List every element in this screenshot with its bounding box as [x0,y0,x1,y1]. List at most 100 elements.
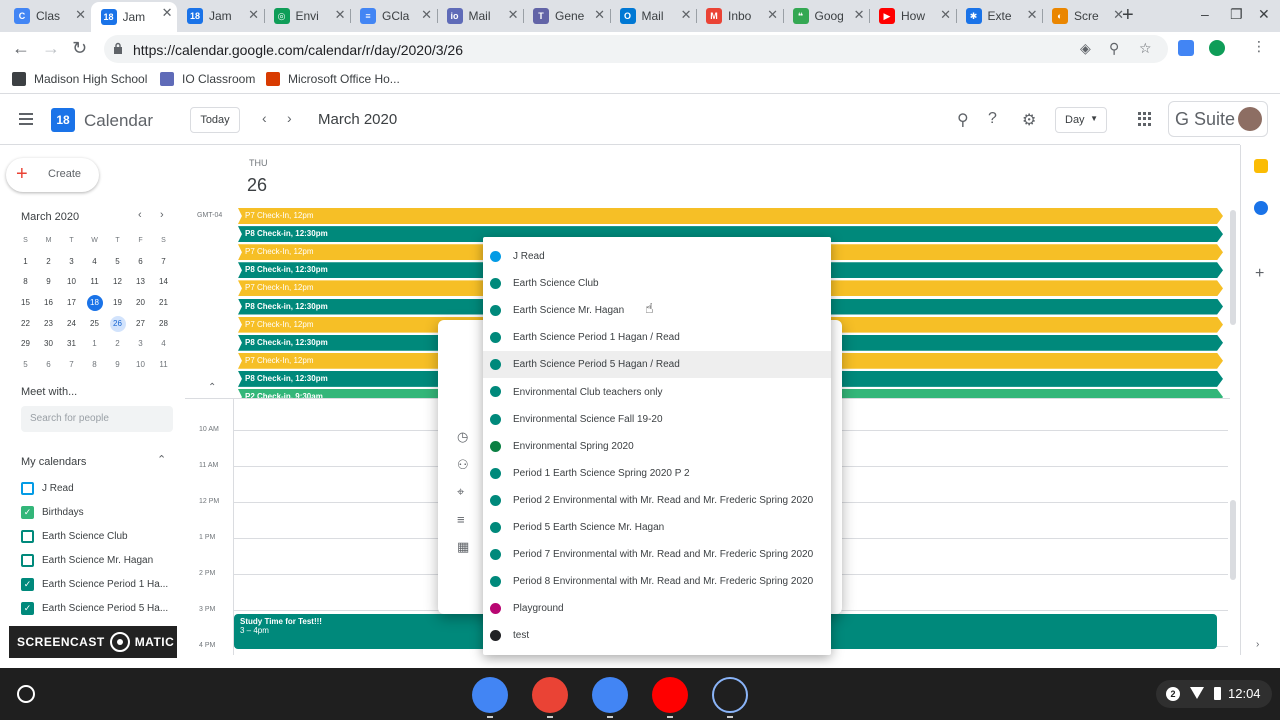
menu-calendar-option[interactable]: Environmental Club teachers only [483,378,831,405]
expand-panel-icon[interactable]: › [1256,639,1259,650]
menu-calendar-option[interactable]: Environmental Science Fall 19-20 [483,406,831,433]
browser-tab[interactable]: 18 Jam ✕ [177,4,263,28]
calendar-list-item[interactable]: ✓ Earth Science Period 1 Ha... [21,576,174,592]
mini-calendar-day[interactable]: 20 [129,295,152,316]
calendar-checkbox[interactable] [21,481,34,495]
browser-tab[interactable]: C Clas ✕ [4,4,90,28]
mini-calendar-day[interactable]: 25 [83,316,106,337]
mini-calendar-day[interactable]: 30 [37,336,60,357]
bookmark-star-icon[interactable]: ☆ [1139,40,1152,57]
calendar-list-item[interactable]: Earth Science Club [21,528,174,544]
mini-calendar-day[interactable]: 19 [106,295,129,316]
menu-calendar-option[interactable]: J Read [483,243,831,270]
mini-calendar-day[interactable]: 4 [83,254,106,275]
mini-calendar-day[interactable]: 3 [60,254,83,275]
apps-grid-icon[interactable] [1138,112,1152,126]
tab-close-icon[interactable]: ✕ [335,7,346,23]
mini-next-icon[interactable]: › [160,209,164,221]
collapse-icon[interactable]: ⌃ [157,453,166,466]
reload-icon[interactable]: ↻ [72,38,87,59]
mini-calendar-day[interactable]: 10 [60,274,83,295]
mini-prev-icon[interactable]: ‹ [138,209,142,221]
mini-calendar-day[interactable]: 9 [106,357,129,378]
menu-calendar-option[interactable]: Playground [483,595,831,622]
mini-calendar-day[interactable]: 2 [106,336,129,357]
menu-calendar-option[interactable]: Earth Science Club [483,270,831,297]
bookmark-item[interactable]: Madison High School [12,72,147,86]
menu-calendar-option[interactable]: Earth Science Period 5 Hagan / Read [483,351,831,379]
browser-tab[interactable]: ✱ Exte ✕ [956,4,1042,28]
mini-calendar-day[interactable]: 4 [152,336,175,357]
zoom-icon[interactable]: ⚲ [1109,40,1119,57]
menu-calendar-option[interactable]: Period 8 Environmental with Mr. Read and… [483,568,831,595]
mini-calendar-day[interactable]: 12 [106,274,129,295]
browser-tab[interactable]: io Mail ✕ [437,4,523,28]
mini-calendar-day[interactable]: 9 [37,274,60,295]
screencast-app-icon[interactable] [712,677,748,713]
mini-calendar-day[interactable]: 7 [60,357,83,378]
prev-day-icon[interactable]: ‹ [262,110,267,126]
tab-close-icon[interactable]: ✕ [681,7,692,23]
mini-calendar-day[interactable]: 18 [83,295,106,316]
close-window-icon[interactable]: ✕ [1258,6,1270,23]
docs-app-icon[interactable] [592,677,628,713]
menu-calendar-option[interactable]: Environmental Spring 2020 [483,433,831,460]
browser-tab[interactable]: O Mail ✕ [610,4,696,28]
mini-calendar-day[interactable]: 5 [106,254,129,275]
calendar-list-item[interactable]: J Read [21,480,174,496]
tab-close-icon[interactable]: ✕ [162,5,173,21]
avatar[interactable] [1238,107,1262,131]
mini-calendar-day[interactable]: 16 [37,295,60,316]
tab-close-icon[interactable]: ✕ [767,7,778,23]
browser-tab[interactable]: ❝ Goog ✕ [783,4,869,28]
mini-calendar-day[interactable]: 8 [14,274,37,295]
help-icon[interactable]: ? [988,110,997,128]
browser-tab[interactable]: ◐ Scre ✕ [1042,4,1128,28]
mini-calendar-day[interactable]: 14 [152,274,175,295]
eye-icon[interactable]: ◈ [1080,40,1091,57]
main-menu-icon[interactable] [19,113,33,125]
mini-calendar-day[interactable]: 21 [152,295,175,316]
browser-tab[interactable]: M Inbo ✕ [696,4,782,28]
browser-tab[interactable]: ≡ GCla ✕ [350,4,436,28]
menu-calendar-option[interactable]: Period 7 Environmental with Mr. Read and… [483,541,831,568]
mini-calendar-day[interactable]: 7 [152,254,175,275]
address-bar[interactable]: https://calendar.google.com/calendar/r/d… [104,35,1168,63]
my-calendars-title[interactable]: My calendars [21,456,86,468]
tab-close-icon[interactable]: ✕ [421,7,432,23]
mini-calendar-day[interactable]: 11 [152,357,175,378]
all-day-event[interactable]: P7 Check-In, 12pm [238,208,1223,224]
day-number[interactable]: 26 [247,175,267,196]
keep-icon[interactable] [1254,159,1268,173]
view-selector[interactable]: Day ▼ [1055,107,1107,133]
extension-icon[interactable] [1209,40,1225,56]
browser-tab[interactable]: T Gene ✕ [523,4,609,28]
mini-calendar-day[interactable]: 29 [14,336,37,357]
mini-calendar-day[interactable]: 6 [37,357,60,378]
calendar-checkbox[interactable]: ✓ [21,505,34,519]
settings-gear-icon[interactable]: ⚙ [1022,110,1036,130]
browser-tab[interactable]: ▶ How ✕ [869,4,955,28]
status-tray[interactable]: 2 12:04 [1156,680,1272,708]
scrollbar-lower[interactable] [1230,500,1236,580]
bookmark-item[interactable]: IO Classroom [160,72,255,86]
menu-calendar-option[interactable]: Earth Science Mr. Hagan [483,297,831,324]
tab-close-icon[interactable]: ✕ [508,7,519,23]
search-icon[interactable]: ⚲ [957,110,969,130]
mini-calendar-day[interactable]: 22 [14,316,37,337]
scrollbar[interactable] [1230,210,1236,325]
mini-calendar-day[interactable]: 13 [129,274,152,295]
calendar-checkbox[interactable]: ✓ [21,601,34,615]
mini-calendar-day[interactable]: 28 [152,316,175,337]
maximize-icon[interactable]: ❐ [1230,6,1243,23]
gmail-app-icon[interactable] [532,677,568,713]
translate-extension-icon[interactable] [1178,40,1194,56]
menu-calendar-option[interactable]: Period 1 Earth Science Spring 2020 P 2 [483,460,831,487]
mini-calendar-day[interactable]: 8 [83,357,106,378]
launcher-icon[interactable] [17,685,35,703]
create-button[interactable]: + Create [6,158,99,192]
calendar-checkbox[interactable]: ✓ [21,577,34,591]
bookmark-item[interactable]: Microsoft Office Ho... [266,72,400,86]
tasks-icon[interactable] [1254,201,1268,215]
next-day-icon[interactable]: › [287,110,292,126]
